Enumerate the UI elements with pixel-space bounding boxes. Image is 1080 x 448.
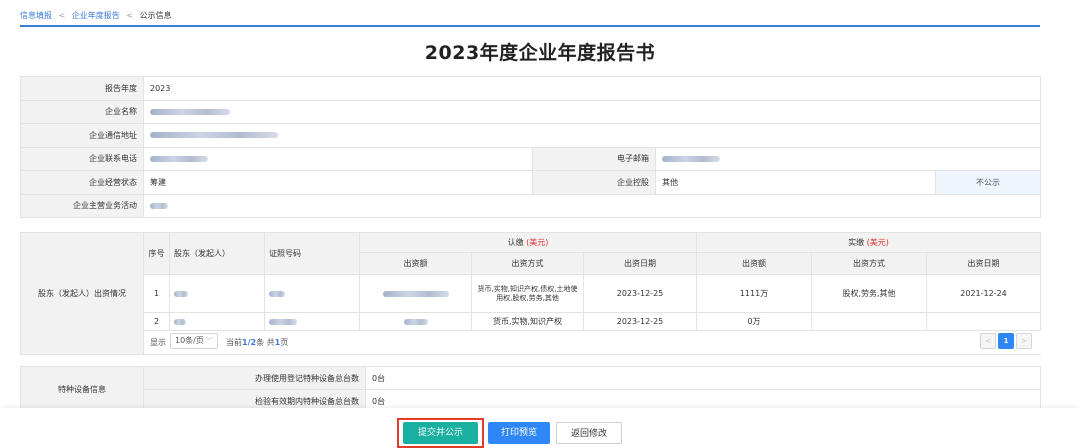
basic-info-table: 报告年度 2023 企业名称 企业通信地址 企业联系电话 电子邮箱 企业经营状态… bbox=[20, 76, 1042, 218]
address-label: 企业通信地址 bbox=[20, 123, 144, 148]
paid-label: 实缴 bbox=[848, 238, 865, 247]
submit-publish-button[interactable]: 提交并公示 bbox=[403, 422, 478, 444]
page-size-select[interactable]: 10条/页 ﹀ bbox=[170, 332, 218, 349]
row-holder bbox=[169, 312, 265, 331]
pager-show-label: 显示 bbox=[150, 337, 166, 347]
subscribed-header: 认缴 (美元) bbox=[358, 232, 698, 253]
row-sub-amount bbox=[359, 312, 472, 331]
col-paid-method: 出资方式 bbox=[811, 252, 928, 275]
page-title: 2023年度企业年度报告书 bbox=[424, 42, 656, 64]
row-sub-amount bbox=[359, 274, 472, 313]
business-label: 企业主营业务活动 bbox=[20, 193, 144, 218]
currency-label: (美元) bbox=[866, 238, 889, 247]
not-public-badge: 不公示 bbox=[934, 170, 1042, 195]
row-sub-method: 货币,实物,知识产权 bbox=[471, 312, 584, 331]
col-seq: 序号 bbox=[143, 232, 170, 275]
row-sub-method: 货币,实物,知识产权,债权,土地使用权,股权,劳务,其他 bbox=[471, 274, 584, 313]
redacted-text bbox=[150, 132, 278, 139]
email-value bbox=[654, 146, 1042, 171]
report-year-value: 2023 bbox=[142, 76, 1042, 101]
company-name-label: 企业名称 bbox=[20, 99, 144, 124]
equipment-registered-value: 0台 bbox=[365, 366, 1041, 390]
phone-label: 企业联系电话 bbox=[20, 146, 144, 171]
holding-value: 其他 bbox=[655, 170, 936, 195]
redacted-text bbox=[382, 290, 449, 297]
page-size-value: 10条/页 bbox=[175, 335, 204, 345]
row-paid-method: 股权,劳务,其他 bbox=[811, 274, 928, 313]
pager-summary: 当前1/2条 共1页 bbox=[226, 337, 288, 348]
phone-value bbox=[143, 146, 533, 171]
report-year-label: 报告年度 bbox=[20, 76, 144, 101]
prev-page-button[interactable]: < bbox=[980, 332, 996, 349]
email-label: 电子邮箱 bbox=[532, 146, 656, 171]
redacted-text bbox=[174, 290, 188, 297]
equipment-section-label: 特种设备信息 bbox=[20, 366, 144, 413]
back-edit-button[interactable]: 返回修改 bbox=[556, 422, 622, 444]
chevron-down-icon: ﹀ bbox=[206, 336, 213, 345]
row-paid-date: 2021-12-24 bbox=[926, 274, 1042, 313]
currency-label: (美元) bbox=[526, 238, 549, 247]
subscribed-label: 认缴 bbox=[507, 238, 524, 247]
breadcrumb-info-fill[interactable]: 信息填报 bbox=[20, 11, 52, 20]
divider bbox=[20, 25, 1040, 27]
business-value bbox=[142, 193, 1042, 218]
redacted-text bbox=[150, 155, 208, 162]
col-cert: 证照号码 bbox=[264, 232, 360, 275]
row-cert bbox=[264, 312, 360, 331]
row-cert bbox=[264, 274, 360, 313]
print-preview-button[interactable]: 打印预览 bbox=[488, 422, 550, 444]
address-value bbox=[142, 123, 1042, 148]
row-paid-amount: 0万 bbox=[696, 312, 813, 331]
paid-header: 实缴 (美元) bbox=[696, 232, 1042, 253]
redacted-text bbox=[150, 202, 168, 209]
status-value: 筹建 bbox=[143, 170, 533, 195]
col-sub-date: 出资日期 bbox=[582, 252, 698, 275]
col-holder: 股东（发起人） bbox=[169, 232, 265, 275]
redacted-text bbox=[403, 318, 428, 325]
pager-current-unit: 条 共 bbox=[256, 337, 275, 347]
breadcrumb-annual-report[interactable]: 企业年度报告 bbox=[72, 11, 120, 20]
row-seq: 2 bbox=[143, 312, 170, 331]
table-row: 2 货币,实物,知识产权 2023-12-25 0万 bbox=[21, 312, 1042, 331]
redacted-text bbox=[662, 155, 720, 162]
company-name-value bbox=[142, 99, 1042, 124]
row-sub-date: 2023-12-25 bbox=[582, 274, 698, 313]
pagination: 显示 10条/页 ﹀ 当前1/2条 共1页 < 1 > bbox=[143, 330, 1041, 355]
shareholder-table: 股东（发起人）出资情况 序号 股东（发起人） 证照号码 认缴 (美元) 实缴 (… bbox=[20, 232, 1042, 355]
equipment-table: 特种设备信息 办理使用登记特种设备总台数 0台 检验有效期内特种设备总台数 0台 bbox=[20, 366, 1041, 413]
status-label: 企业经营状态 bbox=[20, 170, 144, 195]
pager-total-suffix: 页 bbox=[280, 337, 289, 347]
col-paid-date: 出资日期 bbox=[926, 252, 1042, 275]
row-holder bbox=[169, 274, 265, 313]
breadcrumb-separator: < bbox=[126, 11, 134, 20]
pager-current-range: 1/2 bbox=[242, 337, 257, 347]
table-row: 1 货币,实物,知识产权,债权,土地使用权,股权,劳务,其他 2023-12-2… bbox=[21, 274, 1042, 313]
col-paid-amount: 出资额 bbox=[696, 252, 813, 275]
row-paid-date bbox=[926, 312, 1042, 331]
redacted-text bbox=[150, 108, 230, 115]
shareholder-section-label: 股东（发起人）出资情况 bbox=[20, 232, 144, 355]
next-page-button[interactable]: > bbox=[1016, 332, 1032, 349]
breadcrumb-current: 公示信息 bbox=[139, 11, 172, 20]
redacted-text bbox=[269, 318, 297, 325]
redacted-text bbox=[174, 318, 186, 325]
equipment-registered-label: 办理使用登记特种设备总台数 bbox=[143, 366, 366, 390]
row-paid-amount: 1111万 bbox=[696, 274, 813, 313]
row-paid-method bbox=[811, 312, 928, 331]
page-1-button[interactable]: 1 bbox=[998, 332, 1014, 349]
holding-label: 企业控股 bbox=[532, 170, 656, 195]
col-sub-method: 出资方式 bbox=[471, 252, 584, 275]
breadcrumb-separator: < bbox=[58, 11, 66, 20]
row-sub-date: 2023-12-25 bbox=[582, 312, 698, 331]
col-sub-amount: 出资额 bbox=[359, 252, 472, 275]
breadcrumb: 信息填报 < 企业年度报告 < 公示信息 bbox=[20, 10, 172, 21]
redacted-text bbox=[269, 290, 285, 297]
footer-action-bar: 提交并公示 打印预览 返回修改 bbox=[0, 408, 1080, 448]
pager-current-prefix: 当前 bbox=[226, 337, 242, 347]
row-seq: 1 bbox=[143, 274, 170, 313]
